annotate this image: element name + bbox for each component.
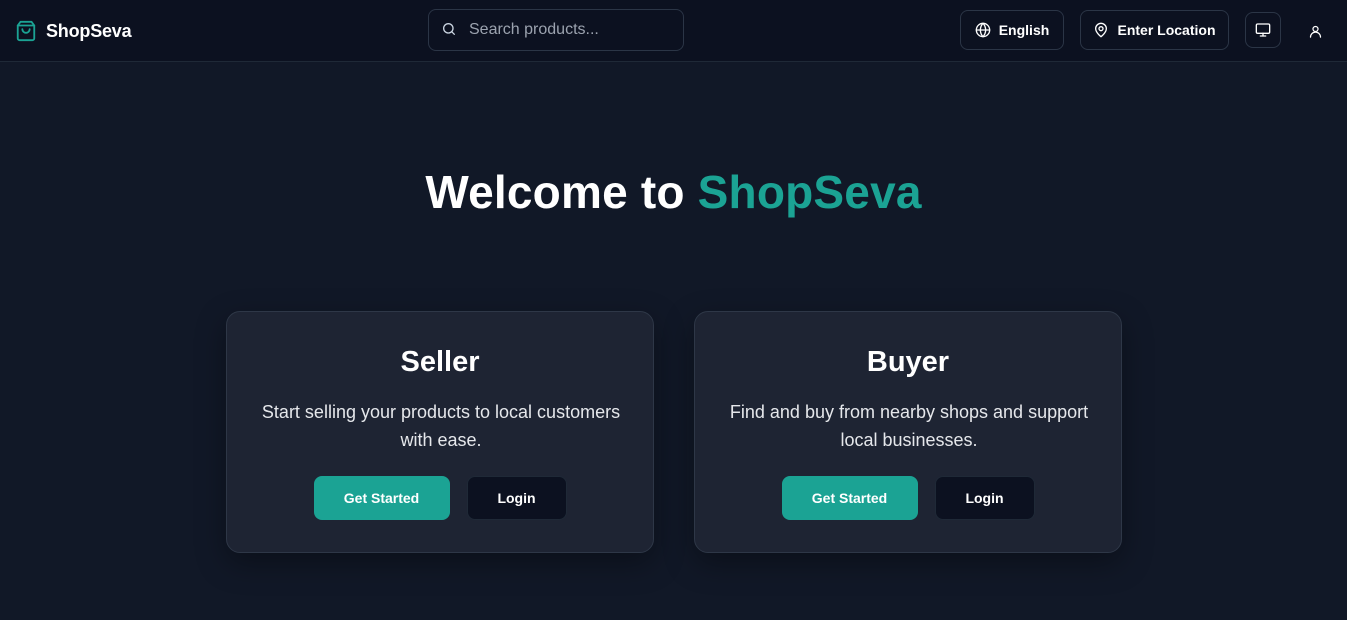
card-actions: Get Started Login [695, 476, 1121, 520]
location-label: Enter Location [1117, 22, 1216, 38]
hero-title-brand: ShopSeva [697, 166, 922, 218]
brand-name: ShopSeva [46, 20, 132, 41]
search-icon [443, 23, 455, 35]
brand-logo-link[interactable]: ShopSeva [15, 18, 132, 44]
account-button[interactable] [1303, 19, 1327, 43]
language-label: English [998, 22, 1050, 38]
card-description: Start selling your products to local cus… [261, 402, 621, 450]
hero-title: Welcome to ShopSeva [0, 165, 1347, 219]
seller-login-button[interactable]: Login [466, 476, 567, 520]
shopping-bag-icon [16, 20, 36, 42]
card-title: Seller [400, 346, 480, 378]
location-button[interactable]: Enter Location [1080, 10, 1229, 50]
card-description: Find and buy from nearby shops and suppo… [729, 402, 1089, 450]
globe-icon [975, 22, 991, 38]
map-pin-icon [1095, 22, 1108, 38]
top-navigation-bar: ShopSeva English Enter Location [0, 0, 1347, 62]
buyer-login-button[interactable]: Login [934, 476, 1035, 520]
hero-title-prefix: Welcome to [425, 166, 685, 218]
card-title: Buyer [866, 346, 950, 378]
card-actions: Get Started Login [227, 476, 653, 520]
language-selector-button[interactable]: English [960, 10, 1064, 50]
seller-card: Seller Start selling your products to lo… [226, 311, 654, 553]
buyer-get-started-button[interactable]: Get Started [781, 476, 918, 520]
buyer-card: Buyer Find and buy from nearby shops and… [694, 311, 1122, 553]
monitor-icon [1255, 23, 1271, 37]
search-box [428, 9, 684, 51]
theme-toggle-button[interactable] [1245, 12, 1281, 48]
user-icon [1309, 25, 1321, 38]
search-input[interactable] [469, 10, 675, 50]
seller-get-started-button[interactable]: Get Started [313, 476, 450, 520]
